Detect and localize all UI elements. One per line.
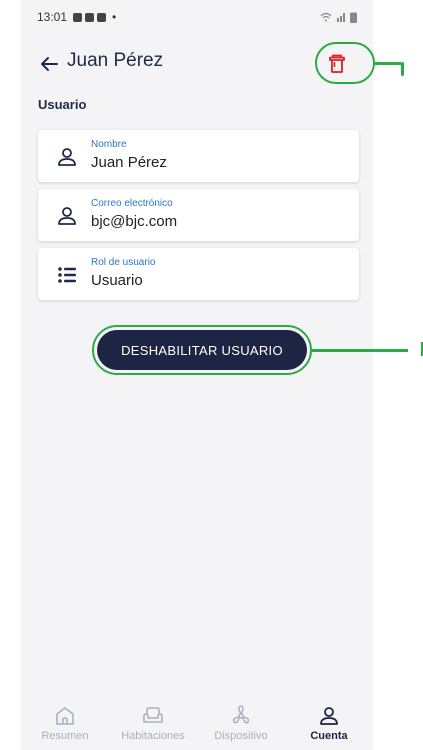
wifi-icon [320, 12, 332, 22]
status-dot: • [112, 10, 117, 24]
page-title: Juan Pérez [67, 50, 164, 71]
status-right [320, 12, 357, 23]
status-bar: 13:01 • [21, 0, 373, 34]
back-arrow-icon[interactable] [37, 52, 61, 76]
section-label: Usuario [38, 97, 87, 112]
field-value: bjc@bjc.com [91, 213, 178, 230]
status-time: 13:01 [37, 10, 68, 24]
person-icon [58, 148, 76, 166]
phone-screen: 13:01 • Juan Pérez Usuario Nombre Juan P… [21, 0, 373, 750]
list-icon [58, 267, 76, 283]
disable-callout-line [312, 349, 408, 352]
status-left: 13:01 • [37, 10, 116, 24]
field-label: Nombre [91, 139, 127, 150]
email-field[interactable]: Correo electrónico bjc@bjc.com [38, 189, 359, 241]
person-icon [58, 207, 76, 225]
nav-label: Dispositivo [214, 730, 268, 742]
field-value: Usuario [91, 272, 143, 289]
delete-highlight-ring [315, 42, 375, 84]
notification-icons [73, 12, 107, 22]
delete-callout-line [375, 62, 401, 65]
signal-icon [337, 13, 345, 22]
home-icon [56, 707, 74, 725]
nav-label: Habitaciones [121, 730, 185, 742]
delete-callout-hook [401, 62, 404, 76]
armchair-icon [143, 707, 163, 723]
name-field[interactable]: Nombre Juan Pérez [38, 130, 359, 182]
role-field[interactable]: Rol de usuario Usuario [38, 248, 359, 300]
image-icon [73, 12, 83, 22]
nav-item-habitaciones[interactable]: Habitaciones [109, 698, 197, 750]
field-value: Juan Pérez [91, 154, 167, 171]
nav-label: Cuenta [310, 730, 348, 742]
person-icon [320, 707, 338, 725]
nav-item-resumen[interactable]: Resumen [21, 698, 109, 750]
field-label: Rol de usuario [91, 257, 156, 268]
field-label: Correo electrónico [91, 198, 173, 209]
nav-item-cuenta[interactable]: Cuenta [285, 698, 373, 750]
fan-icon [232, 705, 250, 724]
people-icon [85, 12, 95, 22]
disable-highlight-ring [92, 325, 312, 375]
nav-item-dispositivo[interactable]: Dispositivo [197, 698, 285, 750]
battery-icon [350, 12, 357, 23]
bottom-nav: Resumen Habitaciones Dispositivo Cuenta [21, 698, 373, 750]
nav-label: Resumen [41, 730, 89, 742]
camera-icon [97, 12, 107, 22]
